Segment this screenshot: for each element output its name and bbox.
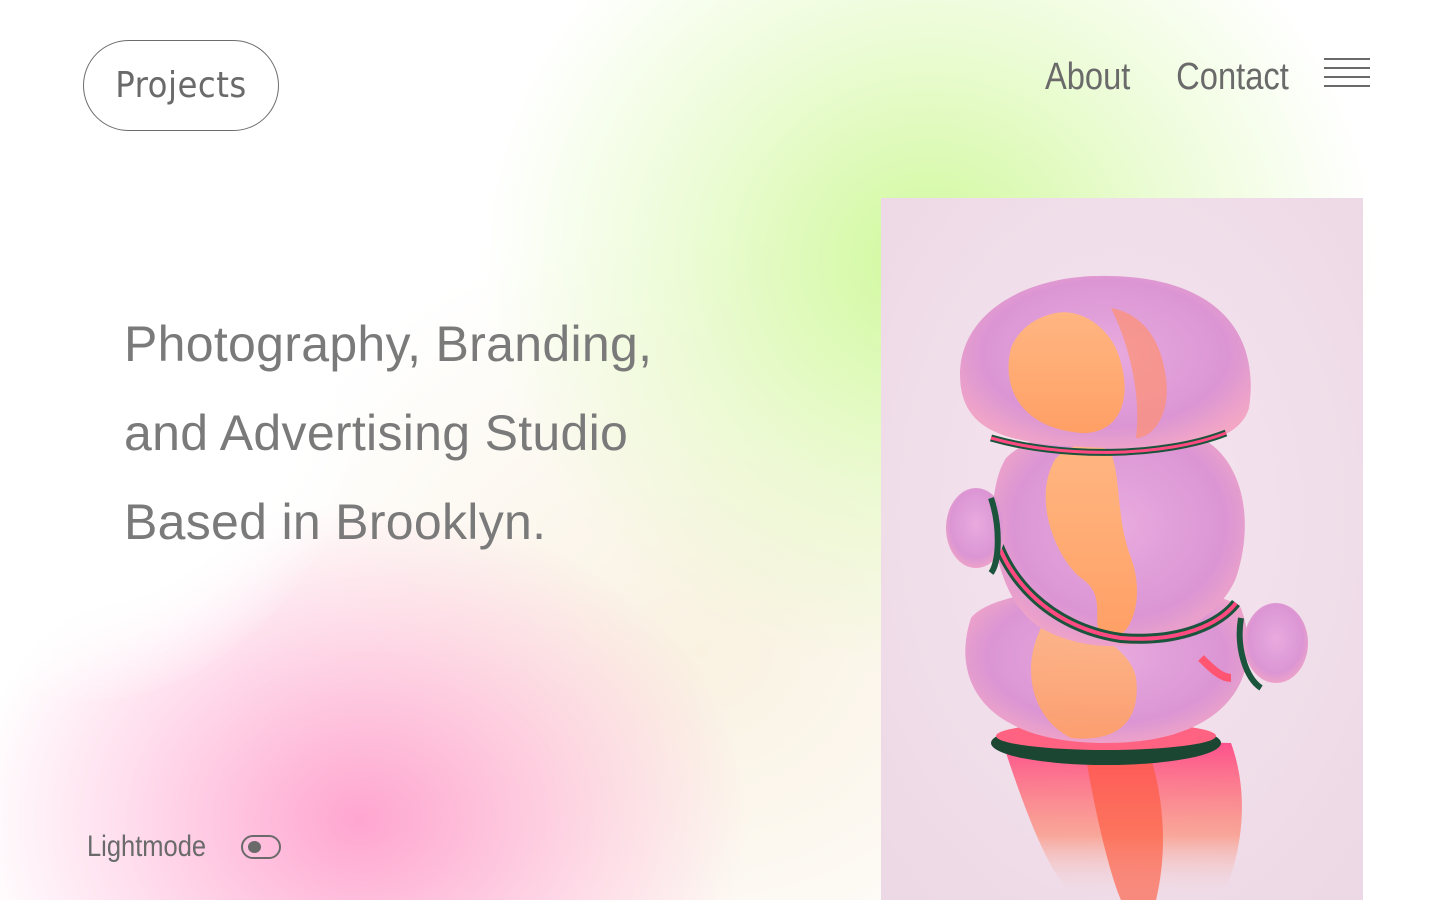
headline-line-2: and Advertising Studio xyxy=(124,405,629,461)
hero-headline: Photography, Branding, and Advertising S… xyxy=(124,300,764,567)
blob-sculpture-illustration xyxy=(881,198,1363,900)
top-nav: About Contact xyxy=(1028,52,1370,102)
headline-line-1: Photography, Branding, xyxy=(124,316,653,372)
projects-button[interactable]: Projects xyxy=(83,40,279,131)
lightmode-switch: Lightmode xyxy=(87,830,282,864)
hamburger-menu-icon[interactable] xyxy=(1324,56,1370,90)
page: Projects About Contact Photography, Bran… xyxy=(0,0,1440,900)
featured-artwork-image[interactable] xyxy=(881,198,1363,900)
lightmode-toggle[interactable] xyxy=(241,835,282,859)
lightmode-label: Lightmode xyxy=(87,830,207,863)
nav-about-link[interactable]: About xyxy=(1045,56,1130,99)
nav-contact-link[interactable]: Contact xyxy=(1176,56,1289,99)
toggle-knob xyxy=(248,841,262,853)
headline-line-3: Based in Brooklyn. xyxy=(124,494,547,550)
